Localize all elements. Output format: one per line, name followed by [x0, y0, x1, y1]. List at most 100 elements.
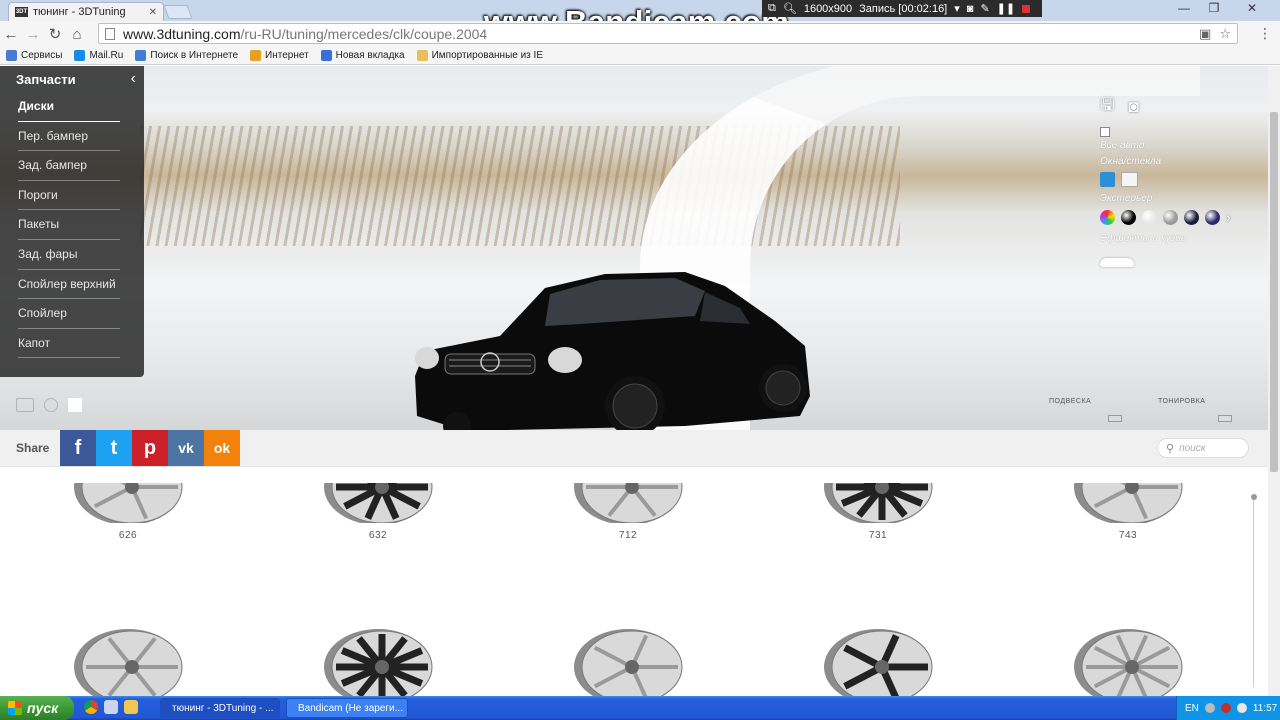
bookmark-item[interactable]: Интернет — [250, 50, 309, 61]
rim-option[interactable] — [818, 627, 938, 696]
rim-image — [818, 467, 938, 528]
bookmark-item[interactable]: Импортированные из IE — [416, 50, 543, 61]
all-cars-checkbox[interactable] — [1100, 127, 1110, 137]
sidebar-item[interactable]: Диски — [18, 92, 120, 122]
bookmark-item[interactable]: Новая вкладка — [320, 50, 405, 61]
sidebar-item[interactable]: Зад. фары — [18, 240, 120, 270]
rim-option[interactable] — [1068, 627, 1188, 696]
translate-icon[interactable]: ▣ — [1199, 26, 1211, 42]
share-vk-button[interactable]: vk — [168, 430, 204, 466]
color-swatch[interactable] — [1163, 209, 1178, 225]
rim-option[interactable]: 632 — [318, 467, 438, 541]
maximize-icon[interactable]: ❐ — [1200, 0, 1228, 18]
color-swatch[interactable] — [1142, 209, 1157, 225]
suspension-label[interactable]: ПОДВЕСКА — [1049, 398, 1091, 405]
share-pinterest-button[interactable]: p — [132, 430, 168, 466]
pause-icon[interactable]: ❚❚ — [997, 2, 1015, 15]
windows-label: Окна/стекла — [1100, 156, 1162, 167]
rim-option[interactable]: 712 — [568, 467, 688, 541]
bookmark-item[interactable]: Mail.Ru — [74, 50, 123, 61]
volume-icon[interactable] — [1236, 703, 1247, 713]
collapse-sidebar-icon[interactable]: ‹ — [131, 70, 136, 88]
bookmark-label: Интернет — [265, 50, 309, 61]
screenshot-camera-icon[interactable]: ◙ — [1128, 97, 1138, 117]
network-icon[interactable] — [1204, 703, 1215, 713]
new-tab-button[interactable] — [163, 5, 193, 19]
sidebar-item[interactable]: Спойлер — [18, 299, 120, 329]
share-twitter-button[interactable]: t — [96, 430, 132, 466]
zoom-icon[interactable]: 🔍︎ — [783, 2, 797, 15]
sidebar-item[interactable]: Пер. бампер — [18, 122, 120, 152]
bandicam-tray-icon[interactable] — [1220, 703, 1231, 713]
color-swatch[interactable] — [1121, 209, 1136, 225]
rim-option[interactable]: 743 — [1068, 467, 1188, 541]
share-odnoklassniki-button[interactable]: ok — [204, 430, 240, 466]
forward-icon[interactable]: → — [22, 26, 44, 43]
photo-icon[interactable] — [16, 398, 34, 412]
recording-resolution: 1600x900 — [803, 2, 853, 15]
window-mode-icon[interactable]: ⧉ — [768, 2, 776, 15]
taskbar-item-label: тюнинг - 3DTuning - ... — [172, 702, 274, 714]
rim-image — [568, 467, 688, 528]
glass-clear-icon[interactable] — [1121, 172, 1138, 187]
car-model[interactable] — [405, 266, 815, 431]
camera-icon[interactable]: ◙ — [967, 3, 974, 15]
rim-option[interactable] — [318, 627, 438, 696]
tint-slider-icon[interactable] — [1218, 415, 1232, 422]
pen-icon[interactable]: ✎ — [980, 2, 989, 15]
explorer-icon[interactable] — [124, 700, 138, 714]
rim-option[interactable]: 731 — [818, 467, 938, 541]
start-button[interactable]: пуск — [0, 696, 74, 720]
window-close-icon[interactable]: ✕ — [1238, 0, 1266, 18]
search-placeholder: поиск — [1179, 442, 1206, 454]
sidebar-item[interactable]: Зад. бампер — [18, 151, 120, 181]
color-toggle-icon[interactable] — [68, 398, 82, 412]
bookmark-icon — [416, 50, 428, 61]
color-swatch[interactable] — [1184, 209, 1199, 225]
show-desktop-icon[interactable] — [104, 700, 118, 714]
reload-icon[interactable]: ↻ — [44, 25, 66, 43]
rotate-icon[interactable] — [44, 398, 58, 412]
bookmark-item[interactable]: Поиск в Интернете — [135, 50, 238, 61]
custom-color-icon[interactable] — [1100, 209, 1115, 225]
rim-label: 731 — [868, 530, 888, 541]
page-scrollbar[interactable] — [1268, 66, 1280, 696]
chrome-icon[interactable] — [84, 700, 98, 714]
rim-option[interactable] — [68, 627, 188, 696]
browser-tab[interactable]: 3DT тюнинг - 3DTuning ✕ — [8, 2, 164, 21]
glass-blue-icon[interactable] — [1100, 172, 1115, 187]
taskbar-item-browser[interactable]: тюнинг - 3DTuning - ... — [160, 698, 280, 718]
minimize-icon[interactable]: — — [1170, 0, 1198, 18]
sidebar-item[interactable]: Пороги — [18, 181, 120, 211]
rims-scroll-handle[interactable] — [1251, 494, 1257, 500]
home-icon[interactable]: ⌂ — [66, 26, 88, 43]
car-viewer[interactable] — [0, 66, 1268, 431]
sidebar-item[interactable]: Капот — [18, 329, 120, 359]
options-panel: 🖫 ◙ Все авто Окна/стекла Экстерьер › Эфф… — [1100, 92, 1240, 267]
all-cars-toggle[interactable]: Все авто — [1100, 127, 1240, 151]
close-tab-icon[interactable]: ✕ — [149, 7, 157, 18]
dropdown-icon[interactable]: ▾ — [954, 2, 960, 15]
back-icon[interactable]: ← — [0, 26, 22, 43]
parts-search-input[interactable]: ⚲ поиск — [1157, 438, 1249, 458]
address-bar[interactable]: www.3dtuning.com/ru-RU/tuning/mercedes/c… — [98, 23, 1238, 44]
suspension-slider-icon[interactable] — [1108, 415, 1122, 422]
taskbar-item-bandicam[interactable]: Bandicam (Не зареги... — [286, 698, 408, 718]
color-swatch[interactable] — [1205, 209, 1220, 225]
rims-scroll-track[interactable] — [1253, 497, 1254, 687]
windows-taskbar: пуск тюнинг - 3DTuning - ... Bandicam (Н… — [0, 696, 1280, 720]
share-facebook-button[interactable]: f — [60, 430, 96, 466]
chrome-menu-icon[interactable]: ⋮ — [1258, 25, 1272, 42]
bookmark-item[interactable]: Сервисы — [6, 50, 62, 61]
next-swatches-icon[interactable]: › — [1226, 209, 1231, 225]
save-icon[interactable]: 🖫 — [1100, 92, 1114, 121]
sidebar-item[interactable]: Спойлер верхний — [18, 270, 120, 300]
rim-option[interactable] — [568, 627, 688, 696]
tint-label[interactable]: ТОНИРОВКА — [1158, 398, 1205, 405]
language-indicator[interactable]: EN — [1185, 703, 1199, 714]
bookmark-star-icon[interactable]: ☆ — [1219, 26, 1231, 42]
car-body-icon[interactable] — [1100, 258, 1134, 267]
stop-record-icon[interactable] — [1022, 4, 1031, 13]
rim-option[interactable]: 626 — [68, 467, 188, 541]
sidebar-item[interactable]: Пакеты — [18, 210, 120, 240]
